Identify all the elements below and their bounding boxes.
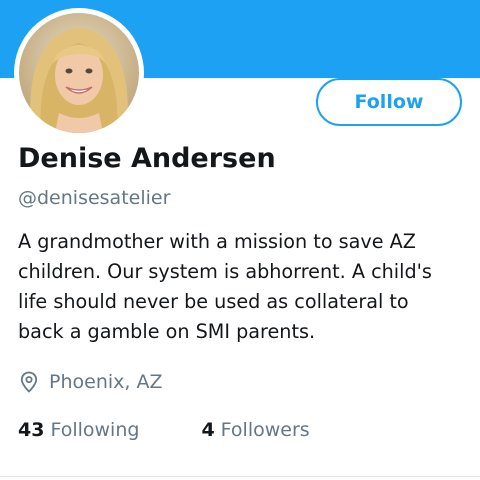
avatar-photo — [19, 13, 139, 133]
bio-line: life should never be used as collateral … — [18, 290, 409, 313]
following-stat[interactable]: 43 Following — [18, 419, 139, 441]
avatar[interactable] — [14, 8, 144, 138]
profile-location: Phoenix, AZ — [20, 368, 162, 396]
bio-line: A grandmother with a mission to save AZ — [18, 230, 416, 253]
profile-bio: A grandmother with a mission to save AZ … — [18, 227, 473, 347]
profile-name: Denise Andersen — [18, 143, 276, 174]
followers-label: Followers — [220, 419, 310, 441]
follow-button[interactable]: Follow — [316, 78, 462, 126]
profile-handle[interactable]: @denisesatelier — [18, 185, 170, 211]
bio-line: children. Our system is abhorrent. A chi… — [18, 260, 432, 283]
location-text: Phoenix, AZ — [49, 371, 163, 393]
followers-stat[interactable]: 4 Followers — [201, 419, 309, 441]
following-label: Following — [50, 419, 140, 441]
profile-stats: 43 Following 4 Followers — [18, 415, 310, 445]
location-pin-icon — [20, 371, 38, 393]
bio-line: back a gamble on SMI parents. — [18, 320, 316, 343]
following-count: 43 — [18, 419, 45, 441]
followers-count: 4 — [201, 419, 215, 441]
divider — [0, 476, 480, 477]
